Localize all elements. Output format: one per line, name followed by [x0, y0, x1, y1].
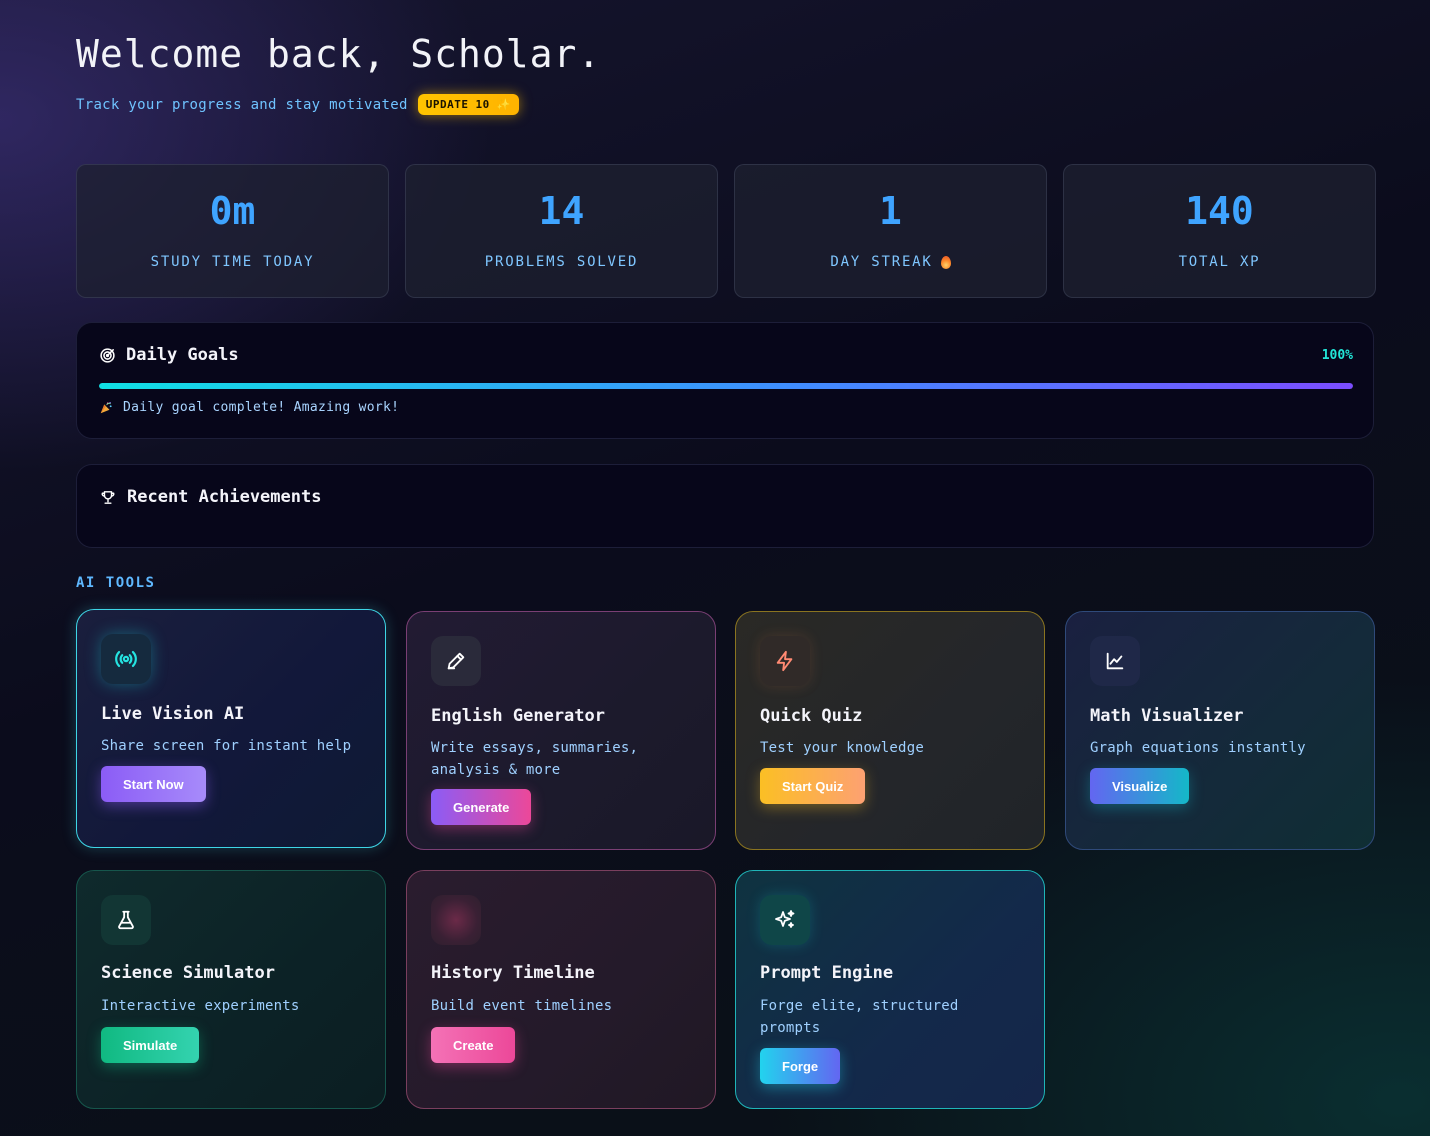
stat-label: DAY STREAK	[830, 254, 933, 270]
achievements-title: Recent Achievements	[99, 487, 321, 507]
tool-card-live-vision[interactable]: Live Vision AI Share screen for instant …	[76, 609, 386, 848]
tool-card-history-timeline[interactable]: History Timeline Build event timelines C…	[406, 870, 716, 1109]
stat-label: PROBLEMS SOLVED	[484, 254, 639, 270]
pencil-icon	[431, 636, 481, 686]
stat-card-total-xp: 140 TOTAL XP	[1063, 164, 1376, 298]
daily-goals-title: Daily Goals	[99, 345, 239, 365]
goal-progress-fill	[99, 383, 1353, 389]
tool-description: Interactive experiments	[101, 998, 300, 1014]
line-chart-icon	[1090, 636, 1140, 686]
tool-title: English Generator	[431, 706, 605, 726]
achievements-label: Recent Achievements	[127, 487, 322, 507]
update-badge: UPDATE 10 ✨	[417, 94, 520, 115]
tool-card-english-generator[interactable]: English Generator Write essays, summarie…	[406, 611, 716, 850]
tool-description: Write essays, summaries, analysis & more	[431, 740, 639, 778]
tool-title: Quick Quiz	[760, 706, 863, 726]
sparkles-icon	[760, 895, 810, 945]
stat-value: 0m	[209, 189, 256, 233]
tool-description: Test your knowledge	[760, 740, 924, 756]
stat-value: 1	[879, 189, 902, 233]
create-button[interactable]: Create	[431, 1027, 516, 1063]
flame-icon	[940, 255, 951, 269]
tool-card-prompt-engine[interactable]: Prompt Engine Forge elite, structured pr…	[735, 870, 1045, 1109]
tool-title: Live Vision AI	[101, 704, 245, 724]
tool-title: Prompt Engine	[760, 963, 894, 983]
tool-title: Math Visualizer	[1090, 706, 1244, 726]
goal-message: Daily goal complete! Amazing work!	[123, 400, 400, 415]
generate-button[interactable]: Generate	[431, 789, 532, 825]
stat-value: 14	[538, 189, 585, 233]
tool-description: Graph equations instantly	[1090, 740, 1306, 756]
goal-progress-bar	[99, 383, 1353, 389]
visualize-button[interactable]: Visualize	[1090, 768, 1190, 804]
tool-description: Build event timelines	[431, 998, 613, 1014]
tool-description: Forge elite, structured prompts	[760, 998, 959, 1036]
trophy-icon	[99, 489, 117, 506]
stat-card-study-time: 0m STUDY TIME TODAY	[76, 164, 389, 298]
page-subtitle: Track your progress and stay motivated	[76, 96, 408, 113]
target-icon	[99, 347, 116, 364]
tool-card-math-visualizer[interactable]: Math Visualizer Graph equations instantl…	[1065, 611, 1375, 850]
subtitle-row: Track your progress and stay motivated U…	[76, 94, 520, 115]
lightning-icon	[760, 636, 810, 686]
party-popper-icon	[99, 401, 113, 415]
stat-label-row: DAY STREAK	[830, 254, 951, 270]
tool-card-science-simulator[interactable]: Science Simulator Interactive experiment…	[76, 870, 386, 1109]
goal-percent: 100%	[1321, 348, 1353, 363]
goal-message-row: Daily goal complete! Amazing work!	[99, 400, 399, 415]
tool-title: Science Simulator	[101, 963, 275, 983]
tool-description: Share screen for instant help	[101, 738, 352, 754]
flask-icon	[101, 895, 151, 945]
simulate-button[interactable]: Simulate	[101, 1027, 200, 1063]
daily-goals-label: Daily Goals	[126, 345, 239, 365]
stat-card-problems-solved: 14 PROBLEMS SOLVED	[405, 164, 718, 298]
timeline-icon	[431, 895, 481, 945]
ai-tools-heading: AI TOOLS	[76, 575, 156, 591]
stat-value: 140	[1185, 189, 1254, 233]
stat-label: TOTAL XP	[1178, 254, 1261, 270]
broadcast-icon	[101, 634, 151, 684]
recent-achievements-panel: Recent Achievements	[76, 464, 1374, 548]
forge-button[interactable]: Forge	[760, 1048, 841, 1084]
tool-title: History Timeline	[431, 963, 595, 983]
stat-card-day-streak: 1 DAY STREAK	[734, 164, 1047, 298]
page-title: Welcome back, Scholar.	[76, 32, 602, 76]
stat-label: STUDY TIME TODAY	[150, 254, 315, 270]
stats-row: 0m STUDY TIME TODAY 14 PROBLEMS SOLVED 1…	[76, 164, 1376, 298]
start-quiz-button[interactable]: Start Quiz	[760, 768, 866, 804]
daily-goals-panel: Daily Goals 100% Daily goal complete! Am…	[76, 322, 1374, 439]
tool-card-quick-quiz[interactable]: Quick Quiz Test your knowledge Start Qui…	[735, 611, 1045, 850]
start-now-button[interactable]: Start Now	[101, 766, 206, 802]
